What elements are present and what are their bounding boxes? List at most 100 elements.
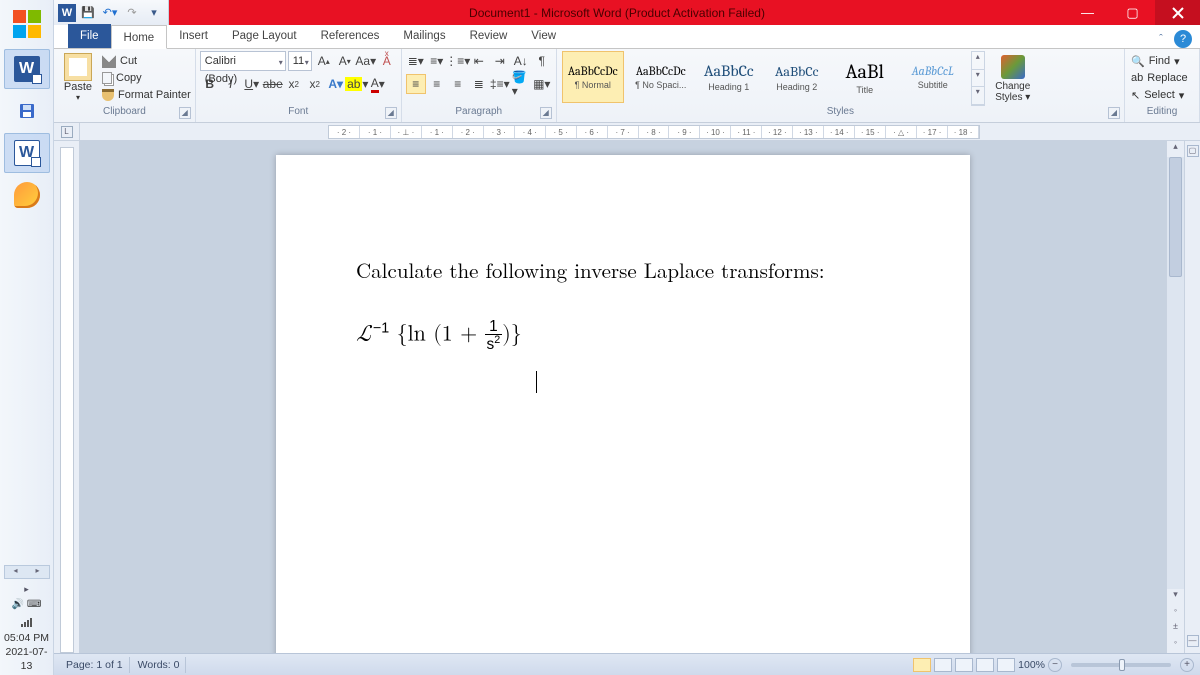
format-painter-button[interactable]: Format Painter [102, 87, 191, 103]
tab-insert[interactable]: Insert [167, 24, 220, 48]
app-icon[interactable]: W [58, 4, 76, 22]
prev-page-button[interactable]: ◦ [1167, 605, 1184, 621]
styles-dialog-icon[interactable]: ◢ [1108, 107, 1120, 119]
tab-mailings[interactable]: Mailings [391, 24, 457, 48]
minimize-ribbon-icon[interactable]: ˆ [1152, 30, 1170, 48]
help-icon[interactable]: ? [1174, 30, 1192, 48]
system-clock[interactable]: 05:04 PM [0, 631, 53, 645]
grow-font-button[interactable]: A▴ [314, 51, 334, 71]
zoom-slider[interactable] [1071, 663, 1171, 667]
font-name-combo[interactable]: Calibri (Body) [200, 51, 286, 71]
tab-selector[interactable]: L [54, 123, 80, 141]
scroll-thumb[interactable] [1169, 157, 1182, 277]
cut-button[interactable]: Cut [102, 53, 191, 69]
highlight-button[interactable]: ab▾ [347, 74, 367, 94]
browse-object-button[interactable]: ± [1167, 621, 1184, 637]
document-area[interactable]: Calculate the following inverse Laplace … [80, 141, 1166, 653]
numbering-button[interactable]: ≡▾ [427, 51, 447, 71]
status-page[interactable]: Page: 1 of 1 [60, 657, 130, 673]
align-center-button[interactable]: ≡ [427, 74, 447, 94]
minimize-button[interactable]: — [1065, 0, 1110, 25]
show-marks-button[interactable]: ¶ [532, 51, 552, 71]
style-heading-1[interactable]: AaBbCcHeading 1 [698, 51, 760, 103]
tab-home[interactable]: Home [111, 25, 168, 49]
align-left-button[interactable]: ≡ [406, 74, 426, 94]
page[interactable]: Calculate the following inverse Laplace … [276, 155, 970, 653]
view-draft[interactable] [997, 658, 1015, 672]
network-icon[interactable] [21, 617, 32, 627]
change-styles-button[interactable]: Change Styles ▾ [989, 51, 1037, 106]
split-icon[interactable]: — [1187, 635, 1199, 647]
paste-button[interactable]: Paste▾ [58, 51, 98, 102]
status-words[interactable]: Words: 0 [132, 657, 187, 673]
font-dialog-icon[interactable]: ◢ [385, 107, 397, 119]
style-title[interactable]: AaBlTitle [834, 51, 896, 103]
select-button[interactable]: ↖Select ▾ [1129, 87, 1195, 103]
next-page-button[interactable]: ◦ [1167, 637, 1184, 653]
change-case-button[interactable]: Aa▾ [356, 51, 376, 71]
paragraph-dialog-icon[interactable]: ◢ [540, 107, 552, 119]
taskbar-app-word-doc[interactable]: W [4, 133, 50, 173]
subscript-button[interactable]: x2 [284, 74, 304, 94]
clear-formatting-button[interactable]: Aͯ [377, 51, 397, 71]
zoom-in-button[interactable]: + [1180, 658, 1194, 672]
ruler-toggle-icon[interactable]: ▢ [1187, 145, 1199, 157]
shading-button[interactable]: 🪣▾ [511, 74, 531, 94]
view-full-screen[interactable] [934, 658, 952, 672]
find-button[interactable]: 🔍Find ▾ [1129, 53, 1195, 69]
replace-button[interactable]: abReplace [1129, 70, 1195, 86]
style---no-spaci---[interactable]: AaBbCcDc¶ No Spaci... [630, 51, 692, 103]
scroll-down-button[interactable]: ▾ [1167, 589, 1184, 605]
styles-scroll[interactable]: ▴▾▾ [971, 51, 985, 106]
increase-indent-button[interactable]: ⇥ [490, 51, 510, 71]
close-button[interactable] [1155, 0, 1200, 25]
line-spacing-button[interactable]: ‡≡▾ [490, 74, 510, 94]
underline-button[interactable]: U▾ [242, 74, 262, 94]
taskbar-scroll[interactable]: ◂▸ [4, 565, 50, 579]
zoom-level[interactable]: 100% [1018, 659, 1045, 671]
tab-review[interactable]: Review [458, 24, 520, 48]
start-button[interactable] [7, 4, 47, 44]
show-hidden-icons[interactable]: ▸ [24, 584, 29, 595]
volume-icon[interactable]: 🔊 ⌨ [12, 595, 42, 613]
font-size-combo[interactable]: 11 [288, 51, 312, 71]
sort-button[interactable]: A↓ [511, 51, 531, 71]
clipboard-dialog-icon[interactable]: ◢ [179, 107, 191, 119]
style-subtitle[interactable]: AaBbCcLSubtitle [902, 51, 964, 103]
style---normal[interactable]: AaBbCcDc¶ Normal [562, 51, 624, 103]
system-date[interactable]: 2021-07-13 [0, 645, 53, 673]
font-color-button[interactable]: A▾ [368, 74, 388, 94]
view-web-layout[interactable] [955, 658, 973, 672]
borders-button[interactable]: ▦▾ [532, 74, 552, 94]
horizontal-ruler[interactable]: · 2 ·· 1 ·· ⊥ ·· 1 ·· 2 ·· 3 ·· 4 ·· 5 ·… [80, 123, 1200, 141]
taskbar-app-save[interactable] [4, 91, 50, 131]
bullets-button[interactable]: ≣▾ [406, 51, 426, 71]
vertical-scrollbar[interactable]: ▴ ▾ ◦ ± ◦ [1166, 141, 1184, 653]
style-heading-2[interactable]: AaBbCcHeading 2 [766, 51, 828, 103]
maximize-button[interactable]: ▢ [1110, 0, 1155, 25]
tab-file[interactable]: File [68, 24, 111, 48]
qa-save-icon[interactable]: 💾 [78, 3, 98, 23]
taskbar-app-word[interactable]: W [4, 49, 50, 89]
qa-redo-icon[interactable]: ↷ [122, 3, 142, 23]
tab-view[interactable]: View [519, 24, 568, 48]
text-effects-button[interactable]: A▾ [326, 74, 346, 94]
taskbar-app-paint[interactable] [4, 175, 50, 215]
qa-customize-icon[interactable]: ▾ [144, 3, 164, 23]
qa-undo-icon[interactable]: ↶▾ [100, 3, 120, 23]
justify-button[interactable]: ≣ [469, 74, 489, 94]
superscript-button[interactable]: x2 [305, 74, 325, 94]
copy-button[interactable]: Copy [102, 70, 191, 86]
vertical-ruler[interactable] [54, 141, 80, 653]
view-print-layout[interactable] [913, 658, 931, 672]
strikethrough-button[interactable]: abe [263, 74, 283, 94]
zoom-out-button[interactable]: − [1048, 658, 1062, 672]
tab-references[interactable]: References [309, 24, 392, 48]
multilevel-button[interactable]: ⋮≡▾ [448, 51, 468, 71]
align-right-button[interactable]: ≡ [448, 74, 468, 94]
shrink-font-button[interactable]: A▾ [335, 51, 355, 71]
tab-page-layout[interactable]: Page Layout [220, 24, 309, 48]
scroll-up-button[interactable]: ▴ [1167, 141, 1184, 157]
view-outline[interactable] [976, 658, 994, 672]
decrease-indent-button[interactable]: ⇤ [469, 51, 489, 71]
